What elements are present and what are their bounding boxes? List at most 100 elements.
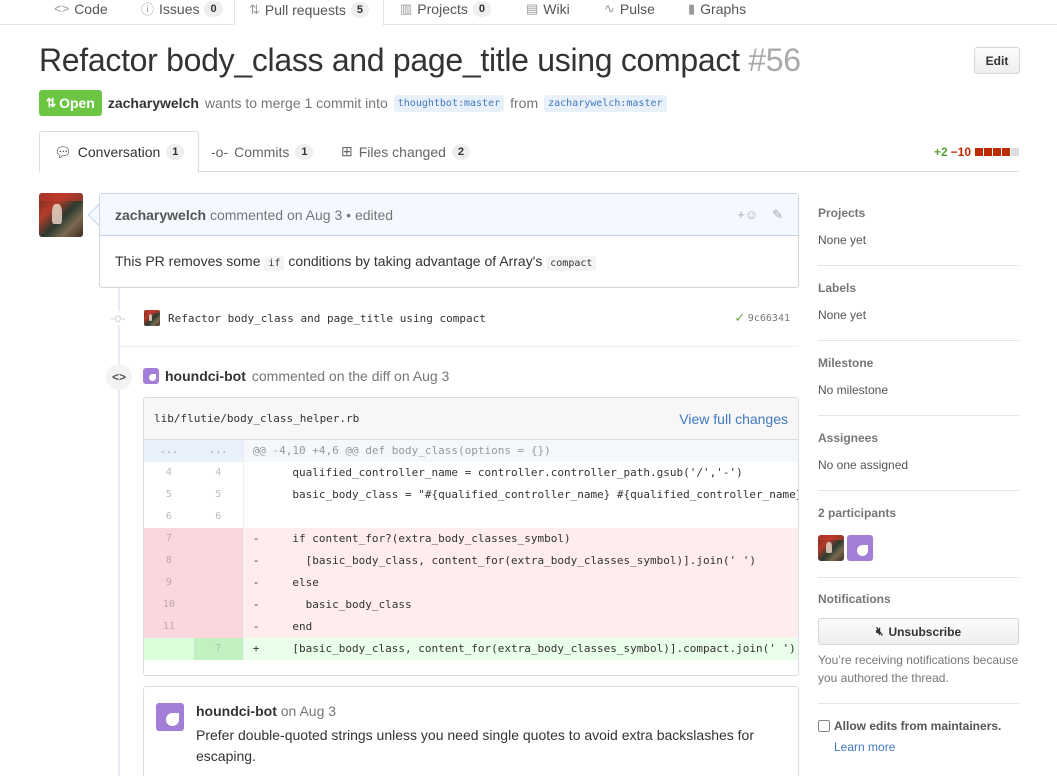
- tab-projects[interactable]: ▥ Projects 0: [400, 0, 491, 25]
- learn-more-link[interactable]: Learn more: [834, 740, 895, 754]
- allow-edits-checkbox[interactable]: [818, 720, 830, 732]
- review-author[interactable]: houndci-bot: [165, 368, 246, 384]
- edit-button[interactable]: Edit: [974, 47, 1020, 74]
- projects-title[interactable]: Projects: [818, 206, 1019, 220]
- check-icon[interactable]: ✓: [735, 310, 743, 326]
- inline-comment-meta[interactable]: on Aug 3: [281, 703, 336, 719]
- comment-code-2: compact: [546, 256, 597, 271]
- tab-pull-requests[interactable]: ⇅ Pull requests 5: [234, 0, 384, 26]
- new-line-number[interactable]: [193, 550, 244, 572]
- assignees-value: No one assigned: [818, 458, 909, 472]
- old-line-number[interactable]: ...: [144, 440, 194, 462]
- pencil-icon[interactable]: ✎: [772, 207, 783, 223]
- pr-number: #56: [748, 42, 801, 78]
- diff-code: basic_body_class = "#{qualified_controll…: [292, 488, 798, 501]
- old-line-number[interactable]: 5: [144, 484, 194, 506]
- head-branch[interactable]: zacharywelch:master: [544, 94, 667, 112]
- commit-message[interactable]: Refactor body_class and page_title using…: [168, 312, 486, 325]
- new-line-number[interactable]: 7: [193, 638, 244, 660]
- new-line-number[interactable]: [193, 572, 244, 594]
- additions-count: +2: [933, 145, 948, 159]
- labels-title[interactable]: Labels: [818, 281, 1019, 295]
- new-line-number[interactable]: [193, 528, 244, 550]
- pr-author-link[interactable]: zacharywelch: [108, 95, 199, 111]
- commit-avatar[interactable]: [144, 310, 160, 326]
- tab-conversation[interactable]: 💬︎ Conversation 1: [39, 131, 200, 173]
- diff-box: lib/flutie/body_class_helper.rb View ful…: [143, 397, 799, 676]
- allow-edits-label[interactable]: Allow edits from maintainers.: [834, 719, 1001, 733]
- diffstat: +2 −10: [934, 145, 1019, 159]
- new-line-number[interactable]: 5: [194, 484, 244, 506]
- pr-meta: ⇅ Open zacharywelch wants to merge 1 com…: [39, 90, 667, 116]
- comment-text-2: conditions by taking advantage of Array'…: [288, 253, 543, 269]
- old-line-number[interactable]: 4: [144, 462, 194, 484]
- comment-code-1: if: [264, 256, 285, 271]
- state-badge: ⇅ Open: [39, 90, 102, 116]
- participant-avatars: [818, 535, 1019, 561]
- new-line-number[interactable]: 4: [194, 462, 244, 484]
- tab-code[interactable]: <> Code: [54, 0, 108, 25]
- diff-line: 8 - [basic_body_class, content_for(extra_…: [144, 550, 798, 572]
- comment-edited[interactable]: • edited: [346, 207, 393, 223]
- review-meta[interactable]: commented on the diff on Aug 3: [252, 368, 449, 384]
- tab-wiki-label: Wiki: [543, 0, 570, 17]
- code-icon: <>: [54, 1, 70, 16]
- commit-sha[interactable]: 9c66341: [748, 313, 790, 324]
- tab-commits[interactable]: -o- Commits 1: [211, 131, 314, 172]
- old-line-number[interactable]: 6: [144, 506, 194, 528]
- view-full-changes-link[interactable]: View full changes: [679, 411, 788, 427]
- new-line-number[interactable]: 6: [194, 506, 244, 528]
- unsubscribe-button[interactable]: 🔇︎ Unsubscribe: [818, 618, 1019, 645]
- comment-meta[interactable]: commented on Aug 3: [210, 207, 342, 223]
- allow-edits: Allow edits from maintainers.: [818, 719, 1001, 733]
- new-line-number[interactable]: [193, 594, 244, 616]
- divider: [818, 703, 1019, 704]
- assignees-title[interactable]: Assignees: [818, 431, 1019, 445]
- diff-lines: ...... @@ -4,10 +4,6 @@ def body_class(op…: [144, 440, 798, 660]
- sidebar-assignees: Assignees No one assigned: [818, 431, 1019, 491]
- avatar[interactable]: [39, 193, 83, 237]
- milestone-value: No milestone: [818, 383, 889, 397]
- sidebar-labels: Labels None yet: [818, 281, 1019, 341]
- base-branch[interactable]: thoughtbot:master: [393, 94, 505, 112]
- diff-code: - else: [252, 576, 319, 589]
- pulse-icon: ∿: [604, 0, 615, 16]
- new-line-number[interactable]: [193, 616, 244, 638]
- participant-avatar[interactable]: [847, 535, 873, 561]
- participants-title: 2 participants: [818, 506, 897, 520]
- review-avatar[interactable]: [143, 368, 159, 384]
- inline-comment-avatar[interactable]: [156, 703, 184, 731]
- old-line-number[interactable]: 9: [144, 572, 194, 594]
- review-header: houndci-bot commented on the diff on Aug…: [143, 368, 449, 384]
- old-line-number[interactable]: 11: [144, 616, 194, 638]
- old-line-number[interactable]: 7: [144, 528, 194, 550]
- commit-sha-wrap: ✓ 9c66341: [735, 310, 790, 326]
- comment-author[interactable]: zacharywelch: [115, 207, 206, 223]
- pull-requests-counter: 5: [350, 2, 369, 18]
- milestone-title[interactable]: Milestone: [818, 356, 1019, 370]
- diff-code: - if content_for?(extra_body_classes_sym…: [252, 532, 571, 545]
- file-path[interactable]: lib/flutie/body_class_helper.rb: [154, 412, 359, 425]
- participant-avatar[interactable]: [818, 535, 844, 561]
- tab-graphs[interactable]: ▮ Graphs: [688, 0, 746, 25]
- git-commit-icon: -o-: [107, 311, 129, 325]
- project-icon: ▥: [400, 0, 413, 16]
- inline-comment-author[interactable]: houndci-bot: [196, 703, 277, 719]
- diff-line: 66: [144, 506, 798, 528]
- add-reaction-icon[interactable]: +☺: [737, 207, 758, 223]
- diff-line: 7 + [basic_body_class, content_for(extra_…: [144, 638, 798, 660]
- old-line-number[interactable]: 10: [144, 594, 194, 616]
- tab-wiki[interactable]: ▤ Wiki: [526, 0, 570, 25]
- diff-code: - [basic_body_class, content_for(extra_b…: [252, 554, 757, 567]
- conversation-counter: 1: [166, 144, 185, 160]
- sidebar-notifications: Notifications: [818, 592, 1019, 606]
- old-line-number[interactable]: 8: [144, 550, 194, 572]
- inline-comment-body: Prefer double-quoted strings unless you …: [196, 727, 755, 764]
- commit-icon: -o-: [211, 143, 229, 160]
- tab-files-changed[interactable]: ⊞ Files changed 2: [341, 131, 471, 172]
- tab-pulse[interactable]: ∿ Pulse: [604, 0, 655, 25]
- tab-issues[interactable]: ⓘ Issues 0: [141, 0, 223, 25]
- old-line-number[interactable]: [144, 638, 194, 660]
- new-line-number[interactable]: ...: [193, 440, 244, 462]
- diff-line: 11 - end: [144, 616, 798, 638]
